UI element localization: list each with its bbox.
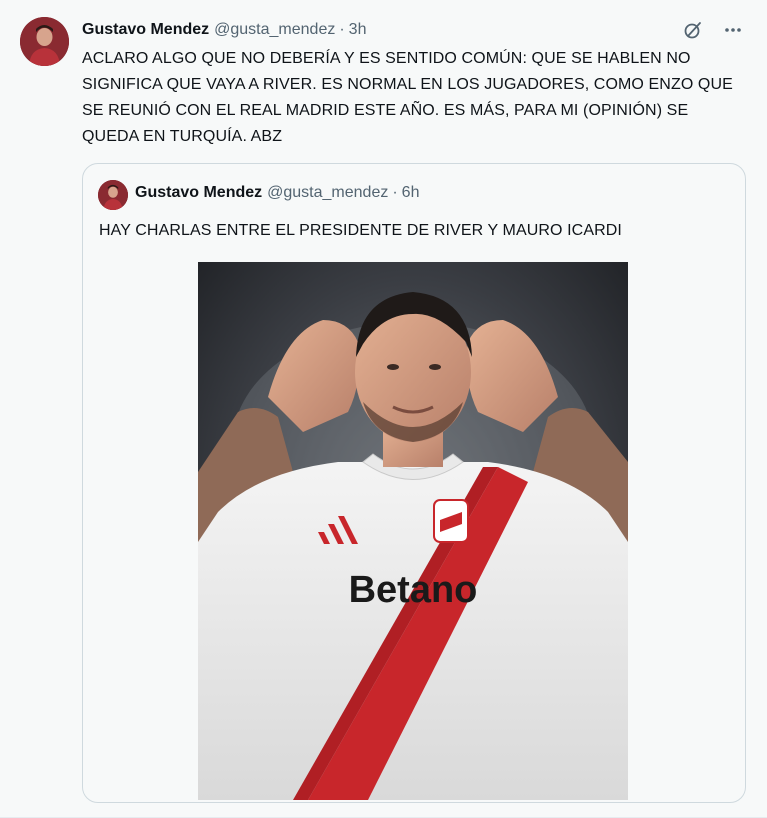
tweet-text: ACLARO ALGO QUE NO DEBERÍA Y ES SENTIDO … (82, 50, 733, 145)
author-handle[interactable]: @gusta_mendez (214, 21, 335, 39)
tweet-time[interactable]: 3h (349, 21, 367, 39)
quoted-tweet-time[interactable]: 6h (402, 184, 420, 202)
quoted-author-avatar[interactable] (98, 180, 128, 210)
more-options-icon[interactable] (721, 18, 745, 42)
grok-icon[interactable] (681, 18, 705, 42)
player-photo: Betano (198, 262, 628, 800)
quoted-tweet-text: HAY CHARLAS ENTRE EL PRESIDENTE DE RIVER… (99, 222, 622, 239)
quoted-author-handle[interactable]: @gusta_mendez (267, 184, 388, 202)
quoted-author-name[interactable]: Gustavo Mendez (135, 184, 262, 202)
separator-dot: · (339, 21, 345, 38)
author-name[interactable]: Gustavo Mendez (82, 21, 209, 39)
jersey-sponsor-text: Betano (349, 569, 478, 611)
quoted-tweet[interactable]: Gustavo Mendez @gusta_mendez · 6h HAY CH… (82, 163, 746, 803)
tweet-card[interactable]: Gustavo Mendez @gusta_mendez · 3h ACLARO… (0, 0, 767, 818)
separator-dot: · (392, 184, 398, 201)
quoted-tweet-header: Gustavo Mendez @gusta_mendez · 6h (135, 184, 419, 202)
tweet-header: Gustavo Mendez @gusta_mendez · 3h (82, 19, 366, 41)
author-avatar[interactable] (20, 17, 69, 66)
avatar-image (20, 17, 69, 66)
avatar-image (98, 180, 128, 210)
quoted-tweet-photo[interactable]: Betano (198, 262, 628, 800)
tweet-actions (681, 18, 745, 42)
